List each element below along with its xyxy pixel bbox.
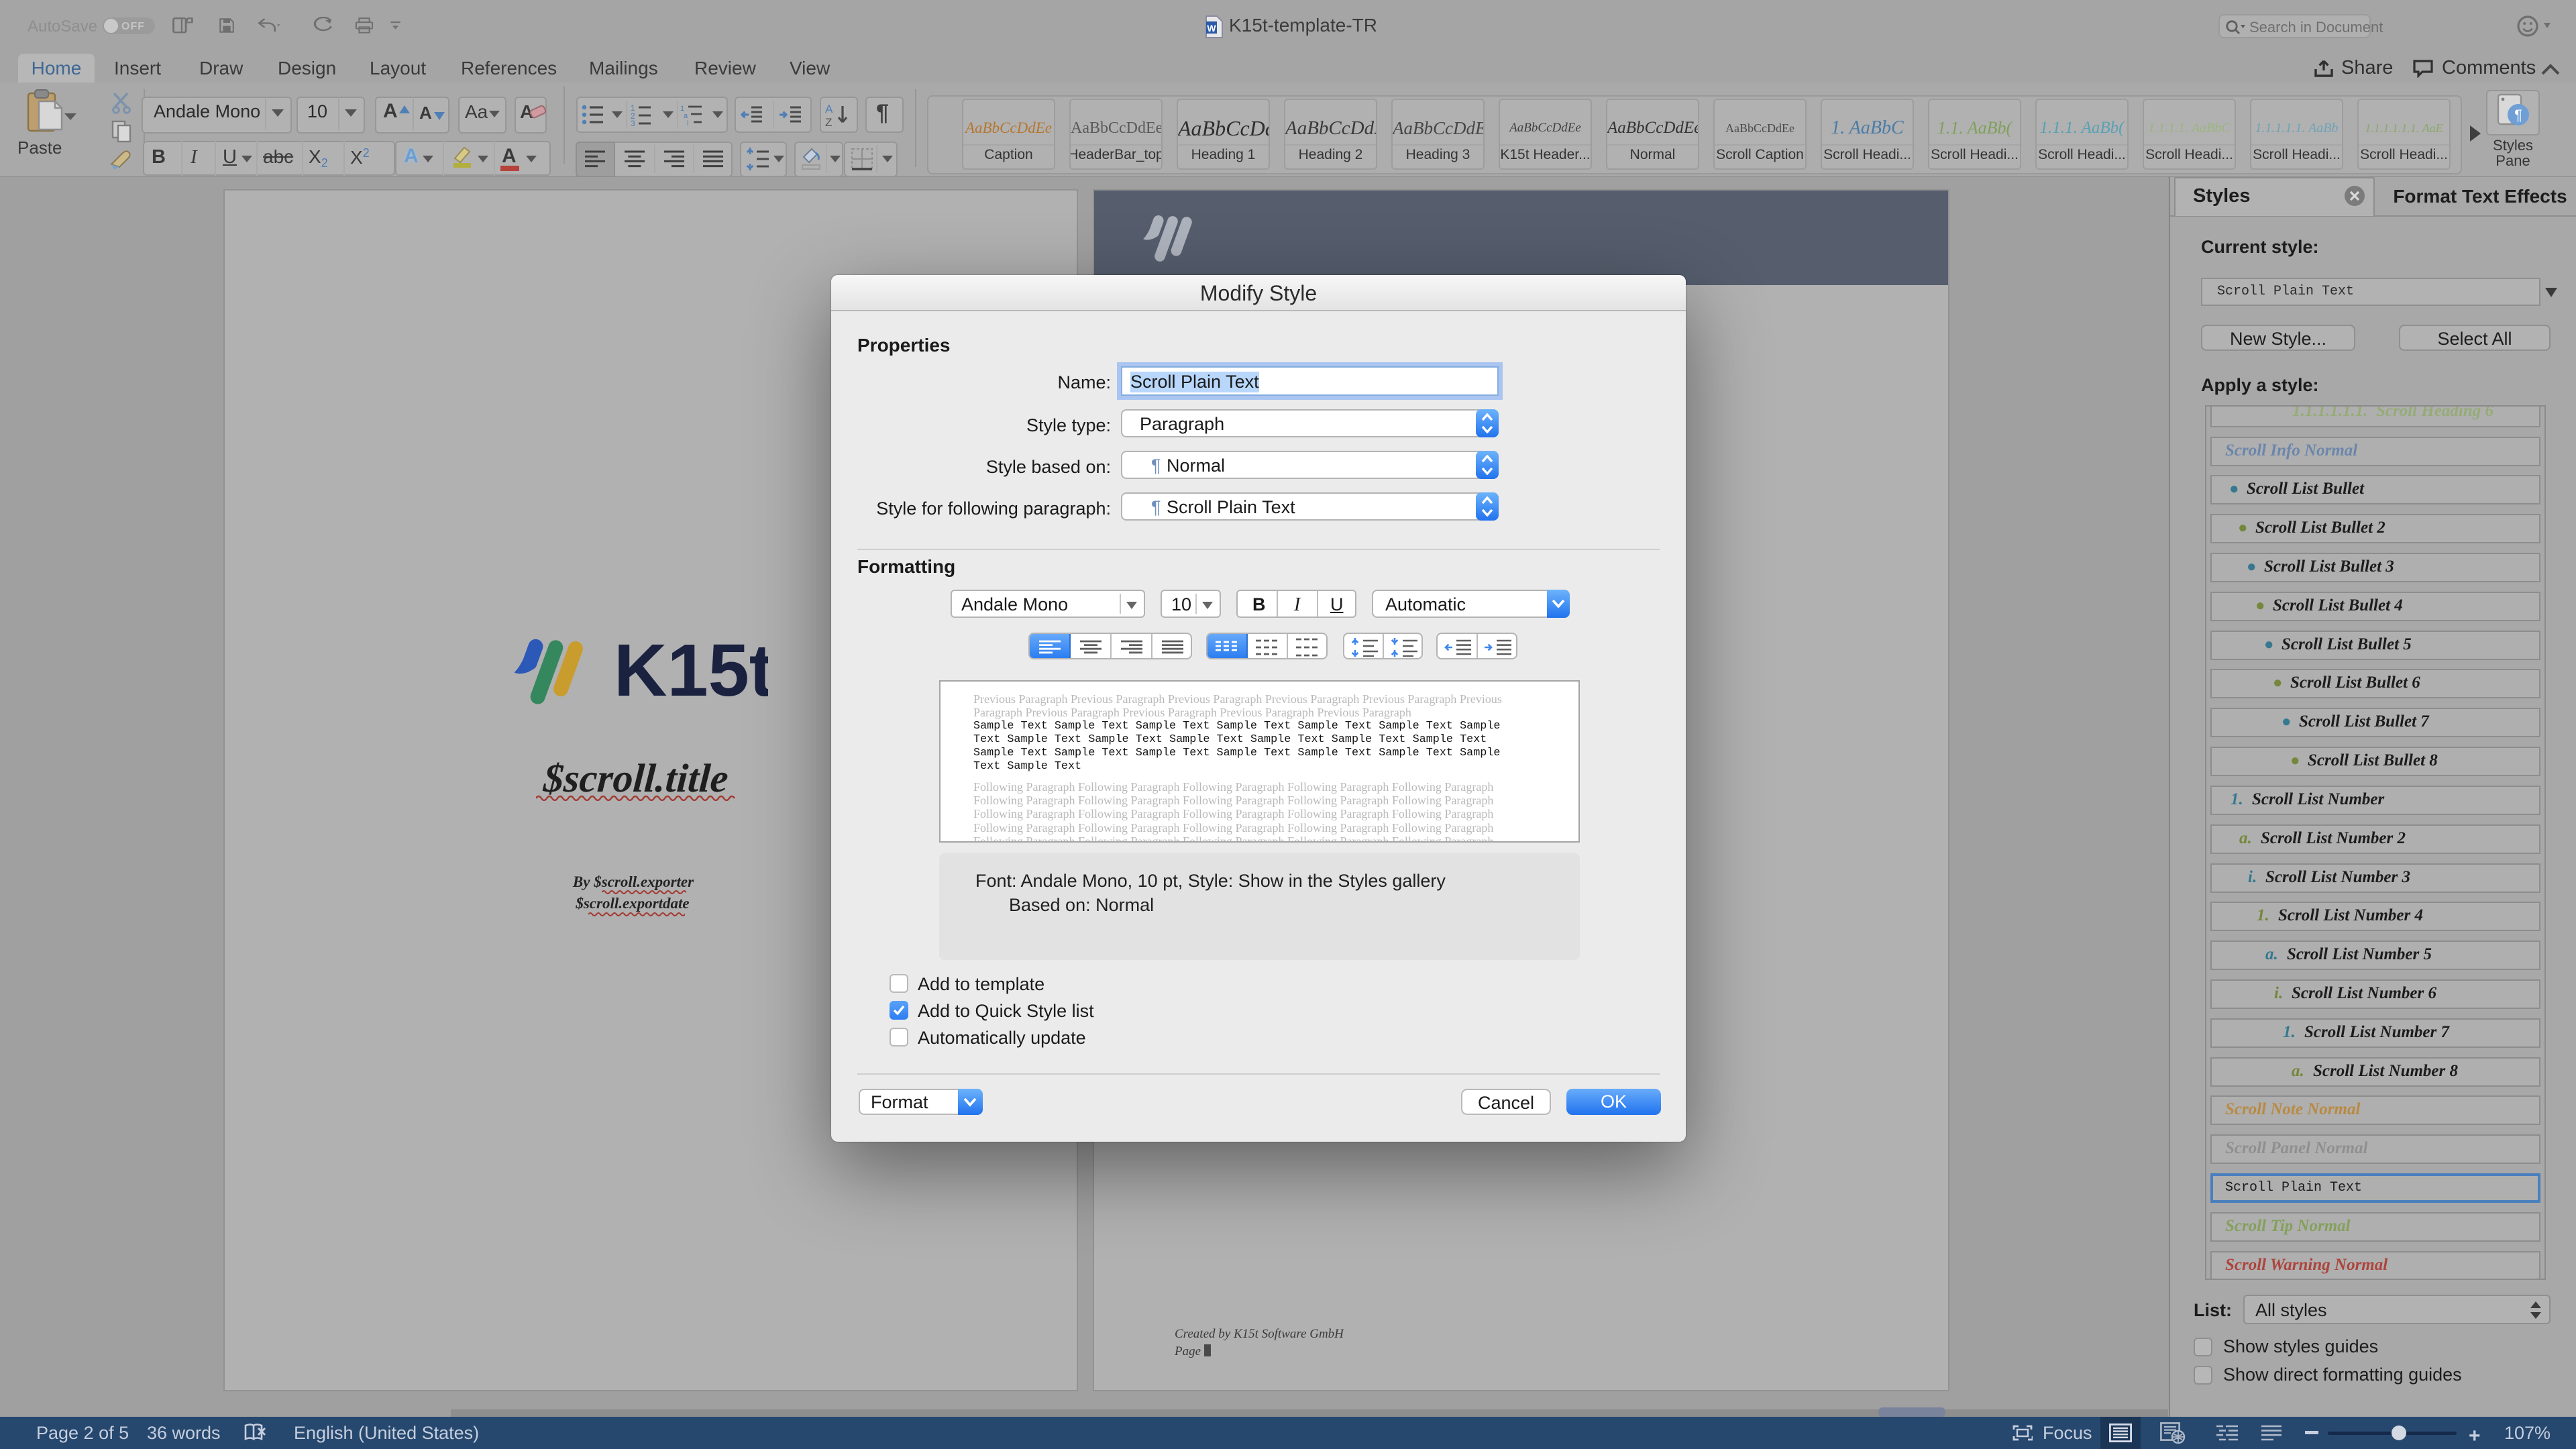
svg-text:i: i	[687, 119, 688, 126]
svg-text:W: W	[1207, 23, 1216, 34]
svg-text:¶: ¶	[2514, 107, 2522, 123]
svg-text:Z: Z	[825, 116, 832, 127]
svg-text:3: 3	[631, 119, 635, 126]
svg-text:A: A	[825, 103, 833, 115]
svg-text:K15t: K15t	[614, 631, 768, 708]
